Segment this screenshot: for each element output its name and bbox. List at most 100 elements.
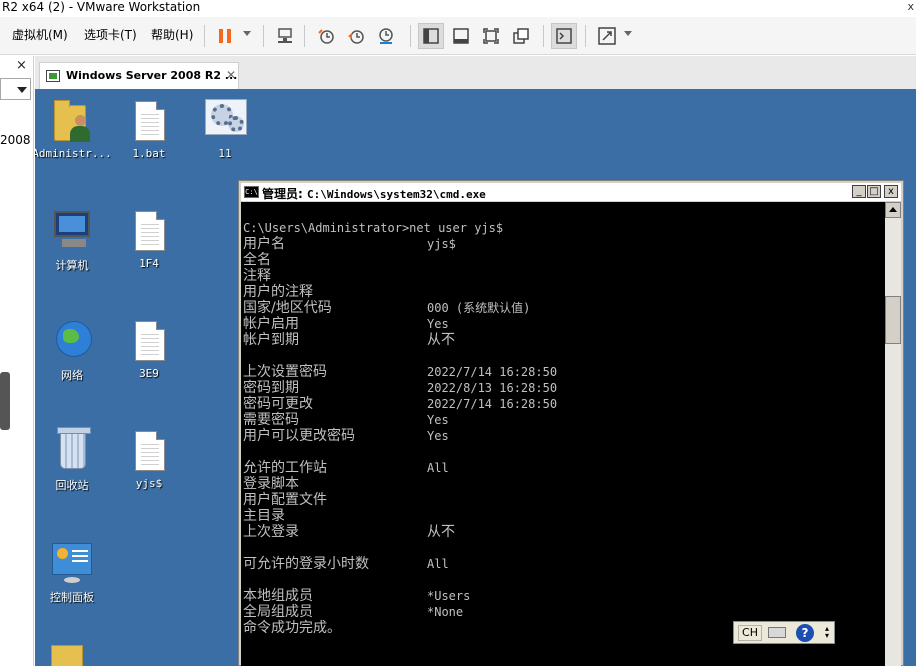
help-icon[interactable]: ? [796, 624, 814, 642]
pause-icon [219, 29, 231, 43]
menu-help[interactable]: 帮助(H) [151, 26, 193, 43]
window-title: R2 x64 (2) - VMware Workstation [2, 0, 201, 14]
library-panel-icon [423, 28, 439, 44]
cmd-console-output[interactable]: C:\Users\Administrator>net user yjs$ 用户名… [241, 202, 885, 666]
cmd-titlebar[interactable]: C:\ 管理员: C:\Windows\system32\cmd.exe _ □… [241, 183, 901, 201]
desktop-icon-label: 3E9 [139, 367, 159, 380]
tab-windows-server-2008[interactable]: Windows Server 2008 R2 ... ✕ [39, 62, 239, 89]
document-icon [125, 207, 173, 255]
recycle-bin-icon [48, 427, 96, 475]
field-name: 密码可更改 [243, 396, 313, 412]
cmd-app-icon: C:\ [244, 186, 259, 198]
field-name: 允许的工作站 [243, 460, 327, 476]
cmd-title-path: C:\Windows\system32\cmd.exe [307, 188, 486, 201]
langbar-options-button[interactable]: ▴ ▾ [822, 625, 832, 640]
toolbar-separator [410, 25, 411, 47]
library-search-dropdown[interactable] [0, 78, 31, 100]
unity-windows-icon [513, 28, 529, 44]
toolbar-separator [585, 25, 586, 47]
send-ctrl-alt-del-button[interactable] [272, 23, 298, 49]
desktop-icon-label: 计算机 [55, 259, 89, 272]
desktop-icon-1bat[interactable]: 1.bat [109, 97, 189, 160]
snapshot-manager-button[interactable] [373, 23, 399, 49]
network-computer-icon [278, 28, 292, 43]
cmd-vertical-scrollbar[interactable] [885, 202, 901, 666]
language-bar: CH ? ▴ ▾ [733, 621, 835, 644]
revert-clock-icon [348, 30, 364, 44]
control-panel-icon [48, 539, 96, 587]
cmd-window: C:\ 管理员: C:\Windows\system32\cmd.exe _ □… [238, 180, 904, 666]
field-value: Yes [427, 413, 449, 427]
desktop-icon-administrator[interactable]: Administr... [35, 97, 112, 160]
input-language-button[interactable]: CH [738, 625, 762, 641]
desktop-icon-1f4[interactable]: 1F4 [109, 207, 189, 270]
desktop-icon-label: 11 [218, 147, 232, 160]
stretch-guest-button[interactable] [594, 23, 620, 49]
library-close-button[interactable]: × [16, 58, 27, 73]
menu-vm[interactable]: 虚拟机(M) [12, 26, 68, 43]
tab-close-button[interactable]: ✕ [226, 68, 236, 82]
field-name: 密码到期 [243, 380, 299, 396]
keyboard-icon[interactable] [768, 627, 786, 638]
toolbar-separator [304, 25, 305, 47]
desktop-icon-yjs[interactable]: yjs$ [109, 427, 189, 490]
field-name: 用户可以更改密码 [243, 428, 355, 444]
field-value: Yes [427, 317, 449, 331]
cmd-title: 管理员: C:\Windows\system32\cmd.exe [262, 185, 486, 202]
field-name: 需要密码 [243, 412, 299, 428]
field-name: 用户配置文件 [243, 492, 327, 508]
field-name: 可允许的登录小时数 [243, 556, 369, 572]
panel-resize-handle[interactable] [0, 372, 10, 430]
field-value: 从不 [427, 332, 455, 348]
field-name: 帐户到期 [243, 332, 299, 348]
cmd-prompt-line: C:\Users\Administrator>net user yjs$ [243, 221, 504, 235]
minimize-button[interactable]: _ [852, 185, 866, 198]
vmware-window: R2 x64 (2) - VMware Workstation x 虚拟机(M)… [0, 0, 916, 666]
document-icon [125, 317, 173, 365]
desktop-icon-network[interactable]: 网络 [35, 317, 112, 383]
desktop-icon-control-panel[interactable]: 控制面板 [35, 539, 112, 605]
unity-button[interactable] [508, 23, 534, 49]
desktop-icon-recycle-bin[interactable]: 回收站 [35, 427, 112, 493]
field-value: 2022/7/14 16:28:50 [427, 397, 558, 411]
desktop-icon-3e9[interactable]: 3E9 [109, 317, 189, 380]
field-name: 国家/地区代码 [243, 300, 332, 316]
vmware-toolbar: 虚拟机(M) 选项卡(T) 帮助(H) [0, 17, 916, 55]
chevron-down-icon [17, 87, 27, 93]
user-folder-icon [48, 97, 96, 145]
window-close-button[interactable]: x [907, 0, 914, 14]
power-dropdown-caret[interactable] [243, 31, 251, 36]
menu-tabs[interactable]: 选项卡(T) [84, 26, 137, 43]
snapshot-button[interactable] [313, 23, 339, 49]
scroll-up-button[interactable] [885, 202, 901, 218]
field-value: 2022/7/14 16:28:50 [427, 365, 558, 379]
field-value: 2022/8/13 16:28:50 [427, 381, 558, 395]
desktop-icon-11[interactable]: 11 [185, 97, 265, 160]
full-screen-button[interactable] [478, 23, 504, 49]
desktop-icon-label: Administr... [35, 147, 112, 160]
document-icon [125, 427, 173, 475]
field-name: 上次登录 [243, 524, 299, 540]
library-tree-item-text[interactable]: 2008 [0, 133, 31, 147]
desktop-icon-computer[interactable]: 计算机 [35, 207, 112, 273]
show-thumbnail-bar-button[interactable] [448, 23, 474, 49]
toolbar-separator [543, 25, 544, 47]
field-name: 全局组成员 [243, 604, 313, 620]
terminal-icon [556, 28, 572, 44]
show-library-button[interactable] [418, 23, 444, 49]
folder-icon[interactable] [51, 645, 83, 666]
console-view-button[interactable] [551, 23, 577, 49]
maximize-button[interactable]: □ [867, 185, 881, 198]
desktop-icon-label: 控制面板 [50, 591, 94, 604]
network-globe-icon [48, 317, 96, 365]
stretch-dropdown-caret[interactable] [624, 31, 632, 36]
desktop-icon-label: yjs$ [135, 477, 163, 490]
revert-snapshot-button[interactable] [343, 23, 369, 49]
document-icon [125, 97, 173, 145]
field-value: All [427, 557, 449, 571]
stretch-icon [598, 27, 616, 45]
scrollbar-thumb[interactable] [885, 296, 901, 344]
field-name: 帐户启用 [243, 316, 299, 332]
close-button[interactable]: x [884, 185, 898, 198]
suspend-button[interactable] [212, 23, 238, 49]
